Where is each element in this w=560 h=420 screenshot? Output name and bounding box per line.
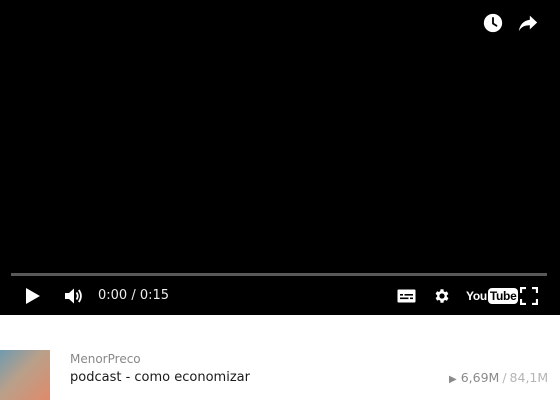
logo-tube: Tube [487,288,519,304]
play-button[interactable] [22,284,44,308]
gear-icon [435,289,449,303]
time-current: 0:00 [98,288,128,303]
view-count: 6,69M [460,370,500,385]
captions-button[interactable] [396,284,416,308]
logo-you: You [466,289,487,303]
subtitles-icon [397,289,415,303]
video-player[interactable]: 0:00 / 0:15 You Tube [0,0,560,315]
video-info: MenorPreco podcast - como economizar ▶ 6,… [0,315,560,420]
view-stats: ▶ 6,69M/84,1M [449,370,560,385]
share-button[interactable] [517,12,539,34]
time-separator: / [131,288,136,303]
play-count-icon: ▶ [449,374,457,385]
clock-icon [483,13,503,33]
total-count: 84,1M [509,370,549,385]
volume-button[interactable] [63,284,85,308]
time-total: 0:15 [139,288,170,303]
watch-later-button[interactable] [482,12,504,34]
fullscreen-button[interactable] [519,284,539,308]
progress-bar[interactable] [11,273,547,276]
settings-button[interactable] [432,284,452,308]
time-display: 0:00 / 0:15 [98,288,169,303]
share-icon [518,15,538,32]
youtube-logo[interactable]: You Tube [466,287,519,305]
control-bar: 0:00 / 0:15 You Tube [0,280,560,312]
fullscreen-icon [520,287,538,305]
channel-thumbnail[interactable] [0,350,50,400]
video-title[interactable]: podcast - como economizar [70,370,250,385]
stats-separator: / [502,370,507,385]
volume-icon [65,288,82,304]
channel-name[interactable]: MenorPreco [70,352,141,366]
play-icon [26,288,40,304]
